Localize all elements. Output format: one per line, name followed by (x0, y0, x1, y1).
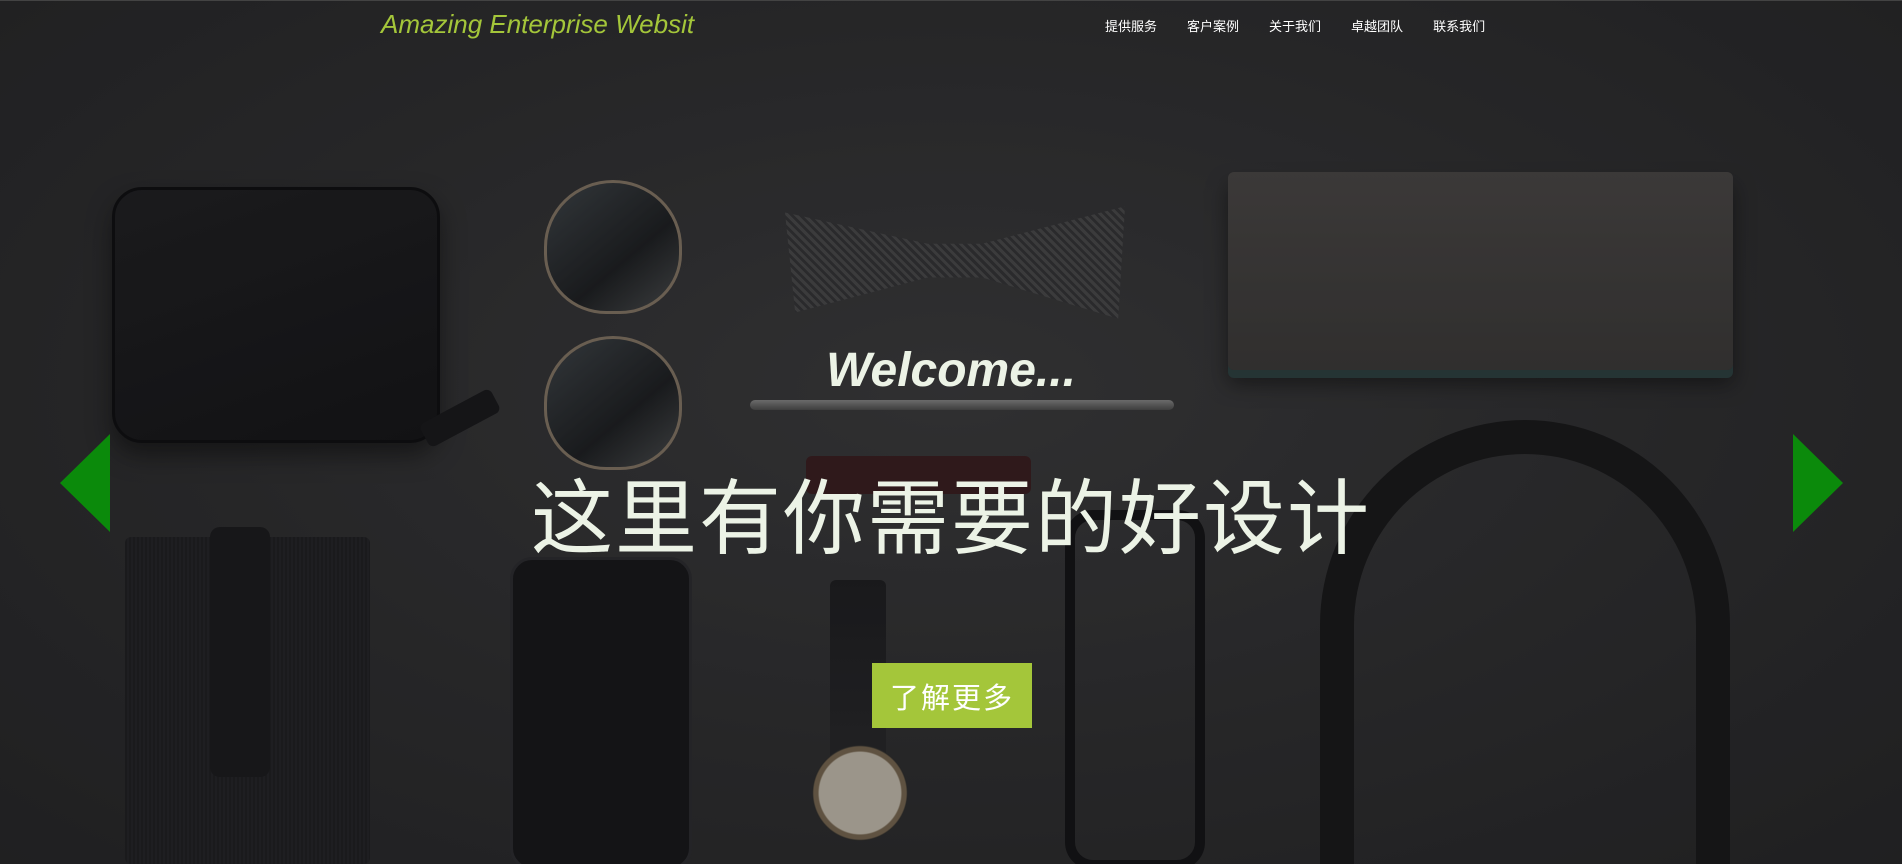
site-logo[interactable]: Amazing Enterprise Websit (381, 9, 694, 40)
hero-headline: 这里有你需要的好设计 (530, 472, 1371, 567)
learn-more-button[interactable]: 了解更多 (872, 663, 1032, 728)
nav-link-contact[interactable]: 联系我们 (1433, 20, 1485, 35)
nav-item-about: 关于我们 (1269, 16, 1321, 36)
welcome-heading: Welcome... (826, 344, 1076, 397)
prev-slide-arrow-icon[interactable] (60, 434, 110, 532)
nav-item-team: 卓越团队 (1351, 16, 1403, 36)
nav-link-services[interactable]: 提供服务 (1105, 20, 1157, 35)
main-nav: 提供服务 客户案例 关于我们 卓越团队 联系我们 (1105, 16, 1485, 36)
hero-overlay (0, 0, 1902, 864)
nav-item-contact: 联系我们 (1433, 16, 1485, 36)
nav-link-team[interactable]: 卓越团队 (1351, 20, 1403, 35)
nav-item-cases: 客户案例 (1187, 16, 1239, 36)
nav-link-about[interactable]: 关于我们 (1269, 20, 1321, 35)
nav-link-cases[interactable]: 客户案例 (1187, 20, 1239, 35)
nav-item-services: 提供服务 (1105, 16, 1157, 36)
hero-banner: Amazing Enterprise Websit 提供服务 客户案例 关于我们… (0, 0, 1902, 864)
next-slide-arrow-icon[interactable] (1793, 434, 1843, 532)
